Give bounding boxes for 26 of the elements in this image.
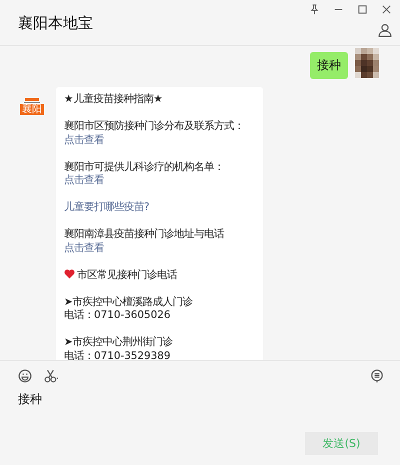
message-text: ➤市疾控中心荆州街门诊 (64, 336, 173, 348)
heart-icon (64, 268, 75, 278)
message-text: 电话：0710-3605026 (64, 309, 170, 321)
pin-icon[interactable] (309, 4, 320, 15)
link[interactable]: 点击查看 (64, 134, 104, 146)
window-title: 襄阳本地宝 (18, 14, 93, 34)
message-text: 襄阳市区预防接种门诊分布及联系方式： (64, 120, 244, 132)
scissors-icon[interactable] (44, 369, 58, 383)
logo-icon (23, 97, 41, 104)
link[interactable]: 儿童要打哪些疫苗? (64, 201, 150, 213)
city-label: 襄阳 (20, 104, 44, 115)
maximize-icon[interactable] (357, 4, 368, 15)
message-text: 襄阳南漳县疫苗接种门诊地址与电话 (64, 228, 224, 240)
chat-history-icon[interactable] (370, 369, 384, 383)
link[interactable]: 点击查看 (64, 174, 104, 186)
message-input[interactable]: 接种 (18, 391, 384, 432)
message-text: ➤市疾控中心檀溪路成人门诊 (64, 296, 193, 308)
message-text: 电话：0710-3529389 (64, 350, 170, 360)
message-text: 市区常见接种门诊电话 (77, 268, 177, 280)
message-bubble: 接种 (310, 52, 348, 79)
message-text: 襄阳市可提供儿科诊疗的机构名单： (64, 160, 224, 172)
emoji-icon[interactable] (18, 369, 32, 383)
link[interactable]: 点击查看 (64, 242, 104, 254)
close-icon[interactable] (381, 4, 392, 15)
person-icon[interactable] (378, 23, 392, 37)
message-text: ★儿童疫苗接种指南★ (64, 93, 163, 105)
